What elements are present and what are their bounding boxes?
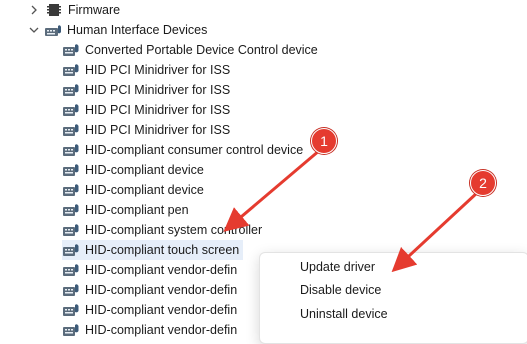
callout-1-arrow — [223, 148, 321, 232]
callout-badge-1: 1 — [311, 128, 337, 154]
annotation-arrows — [223, 148, 480, 273]
callout-2-arrow — [391, 190, 480, 273]
callout-badge-2: 2 — [470, 170, 496, 196]
